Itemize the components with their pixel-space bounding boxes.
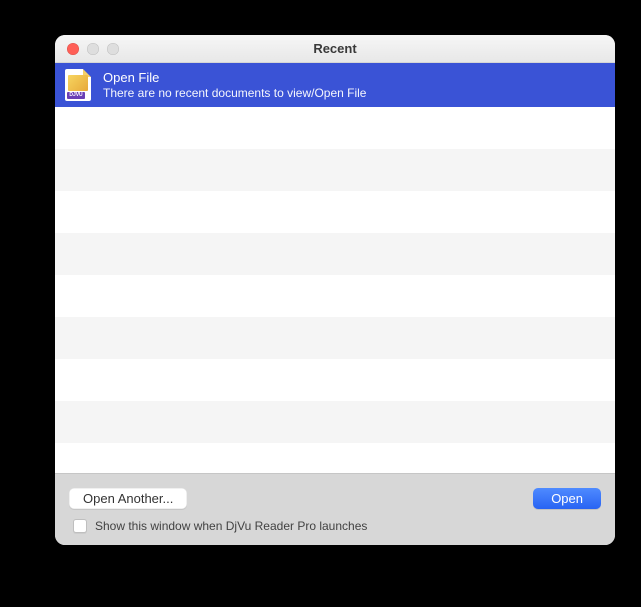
launch-checkbox[interactable] bbox=[73, 519, 87, 533]
close-icon[interactable] bbox=[67, 43, 79, 55]
launch-checkbox-row: Show this window when DjVu Reader Pro la… bbox=[69, 519, 601, 533]
footer-buttons: Open Another... Open bbox=[69, 488, 601, 509]
open-another-button[interactable]: Open Another... bbox=[69, 488, 187, 509]
list-row[interactable] bbox=[55, 233, 615, 275]
list-row[interactable] bbox=[55, 401, 615, 443]
window-controls bbox=[55, 43, 119, 55]
open-button[interactable]: Open bbox=[533, 488, 601, 509]
launch-checkbox-label: Show this window when DjVu Reader Pro la… bbox=[95, 519, 367, 533]
recent-window: Recent DJVU Open File There are no recen… bbox=[55, 35, 615, 545]
open-file-text: Open File There are no recent documents … bbox=[103, 70, 366, 100]
minimize-icon[interactable] bbox=[87, 43, 99, 55]
open-file-item[interactable]: DJVU Open File There are no recent docum… bbox=[55, 63, 615, 107]
list-row[interactable] bbox=[55, 275, 615, 317]
list-row[interactable] bbox=[55, 107, 615, 149]
document-icon: DJVU bbox=[65, 69, 91, 101]
list-row[interactable] bbox=[55, 149, 615, 191]
list-row[interactable] bbox=[55, 191, 615, 233]
open-file-title: Open File bbox=[103, 70, 366, 85]
list-row[interactable] bbox=[55, 443, 615, 473]
recent-list bbox=[55, 107, 615, 473]
titlebar: Recent bbox=[55, 35, 615, 63]
window-title: Recent bbox=[55, 41, 615, 56]
list-row[interactable] bbox=[55, 359, 615, 401]
maximize-icon[interactable] bbox=[107, 43, 119, 55]
open-file-subtitle: There are no recent documents to view/Op… bbox=[103, 86, 366, 100]
list-row[interactable] bbox=[55, 317, 615, 359]
footer: Open Another... Open Show this window wh… bbox=[55, 473, 615, 545]
